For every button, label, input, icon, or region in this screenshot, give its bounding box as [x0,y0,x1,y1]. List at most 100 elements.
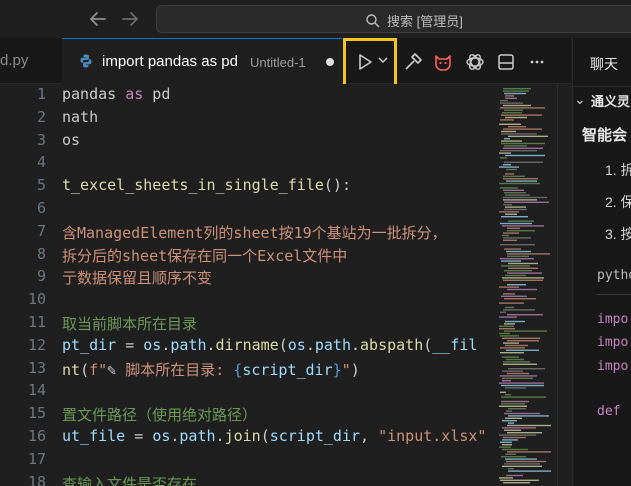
minimap-line [503,204,512,206]
minimap-line [499,446,511,448]
code-line[interactable]: nt(f"✎ 脚本所在目录: {script_dir}") [62,359,360,380]
openai-icon[interactable] [465,52,485,72]
code-token: nath [62,107,99,126]
minimap-line [503,164,511,166]
code-lines[interactable]: pandas as pd nath os t_excel_sheets_in_sing… [62,84,495,486]
code-token: abspath [360,335,424,354]
minimap-line [505,394,511,396]
minimap-line [504,429,521,431]
code-line[interactable]: 拆分后的sheet保存在同一个Excel文件中 [62,245,347,266]
code-token: path [179,427,216,445]
minimap-line [500,258,534,260]
minimap-line [503,189,524,191]
code-line[interactable]: pandas as pd [62,85,170,103]
minimap-line [505,344,528,347]
code-line[interactable]: 查输入文件是否存在 [62,473,197,486]
line-number: 7 [36,221,46,240]
line-number: 12 [27,335,46,354]
minimap-line [505,274,526,277]
play-icon[interactable] [358,53,374,71]
chat-panel: 聊天 ⌄ 通义灵 智能会 1. 拆 2. 保 3. 按 pytho impo i… [572,38,631,486]
tab-title: import pandas as pd [102,53,238,70]
minimap-line [502,112,522,114]
minimap-line [507,424,551,427]
editor-scrollbar[interactable] [557,84,571,486]
command-search-box[interactable]: 搜索 [管理员] [156,5,631,33]
code-token: 含ManagedElement列的sheet按19个基站为一批拆分 [62,223,432,242]
more-icon[interactable] [527,52,547,72]
section-header[interactable]: ⌄ 通义灵 [573,86,631,112]
code-line[interactable]: nath [62,108,98,126]
minimap-line [508,422,514,424]
editor-tab-bar: d.py import pandas as pd Untitled-1 [0,38,571,84]
code-line[interactable]: ut_file = os.path.join(script_dir, "inpu… [62,427,486,445]
code-token: pt_dir [62,335,117,354]
minimap-line [499,302,524,304]
unsaved-dot-icon[interactable] [326,58,334,66]
minimap-line [504,323,515,325]
code-token: ut_file [62,427,126,445]
hammer-icon[interactable] [403,52,423,72]
tab-previous-file[interactable]: d.py [0,38,62,84]
minimap-line [504,138,510,140]
minimap-line [507,432,542,434]
code-line[interactable]: 亍数据保留且顺序不变 [62,267,212,288]
code-token: . [206,335,216,354]
minimap-line [507,314,543,316]
minimap-line [503,90,529,92]
minimap[interactable] [495,84,557,486]
code-token: script_dir [269,427,361,445]
minimap-line [499,211,519,213]
arrow-right-icon[interactable] [118,7,142,31]
minimap-line [502,337,540,339]
code-token: 置文件路径（使用绝对路径） [62,406,258,425]
code-token: ( [80,360,90,379]
minimap-line [503,342,519,344]
code-line[interactable]: 取当前脚本所在目录 [62,313,197,334]
minimap-line [507,451,551,453]
tab-chat[interactable]: 聊天 [590,54,618,74]
minimap-line [500,222,532,225]
minimap-line [503,361,530,363]
minimap-line [499,382,544,384]
minimap-line [505,458,537,460]
code-editor[interactable]: 1 2 3 4 5 6 7 8 9 10 11 12 13 14 15 16 17 18 pandas as pd… [0,84,495,486]
cat-face-icon[interactable] [433,52,453,72]
code-line[interactable]: 置文件路径（使用绝对路径） [62,404,257,425]
minimap-line [503,104,531,107]
code-line[interactable]: t_excel_sheets_in_single_file(): [62,176,351,194]
minimap-line [508,368,545,370]
minimap-line [506,180,537,182]
code-token: ( [260,427,270,445]
line-number: 18 [27,472,46,486]
list-item: 2. 保 [605,194,631,210]
minimap-line [508,126,526,128]
minimap-line [505,116,527,119]
chevron-down-icon[interactable] [378,55,388,65]
minimap-line [501,130,516,133]
line-number-gutter: 1 2 3 4 5 6 7 8 9 10 11 12 13 14 15 16 17 18 [0,84,62,486]
minimap-line [499,325,514,327]
code-line[interactable]: os [62,131,80,149]
panel-layout-icon[interactable] [496,52,516,72]
tab-active-file[interactable]: import pandas as pd Untitled-1 [62,38,342,84]
minimap-line [500,107,545,109]
line-number: 11 [27,313,46,331]
minimap-line [501,260,521,262]
code-line[interactable]: pt_dir = os.path.dirname(os.path.abspath… [62,336,477,354]
minimap-line [504,92,526,95]
minimap-line [504,463,540,465]
chevron-down-icon: ⌄ [574,91,586,107]
minimap-line [500,441,512,443]
minimap-line [500,335,519,337]
minimap-line [506,410,512,412]
code-line[interactable]: 含ManagedElement列的sheet按19个基站为一批拆分， [62,222,447,243]
minimap-line [503,175,525,177]
minimap-line [500,187,518,189]
minimap-line [501,142,545,145]
search-icon [366,13,380,27]
code-token: . [305,335,315,354]
code-block-line: def [597,404,621,419]
minimap-line [502,234,509,237]
arrow-left-icon[interactable] [86,7,110,31]
